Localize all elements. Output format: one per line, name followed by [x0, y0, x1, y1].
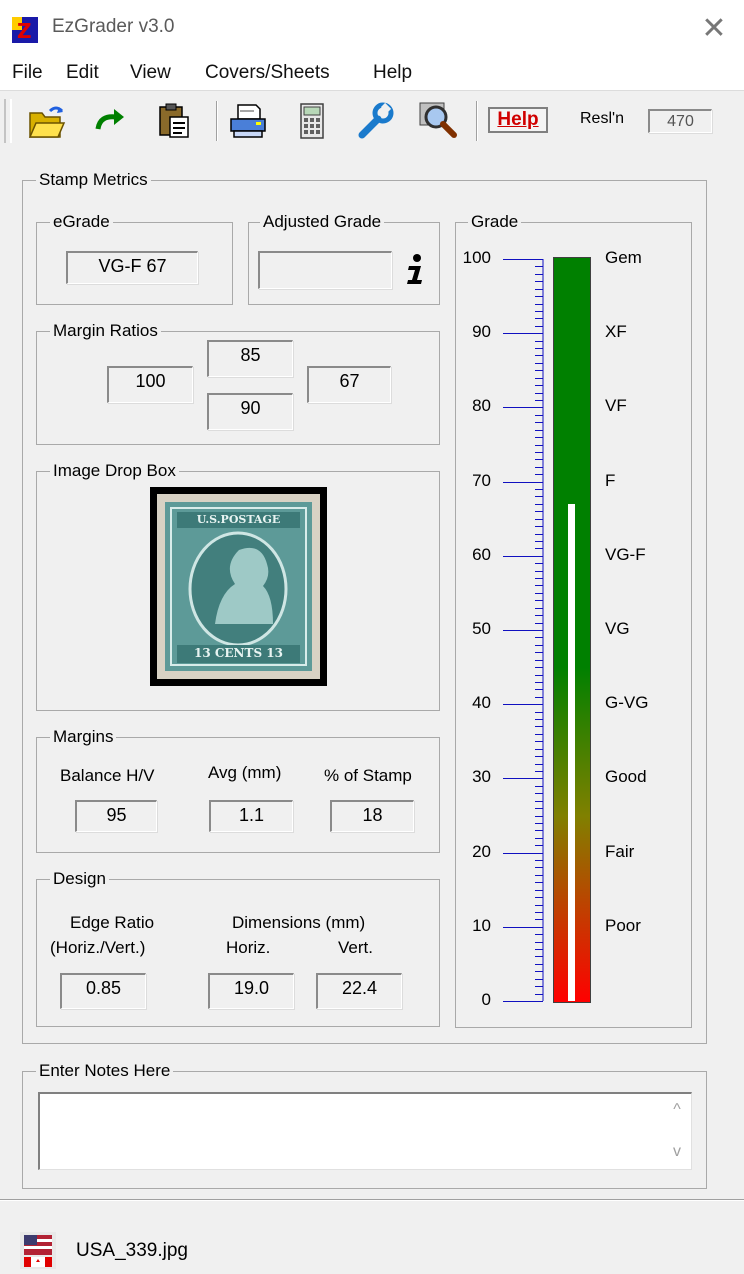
edge-ratio-label: Edge Ratio	[70, 913, 155, 932]
avg-mm-value: 1.1	[209, 800, 293, 832]
horiz-value: 19.0	[208, 973, 294, 1009]
edge-ratio-sublabel: (Horiz./Vert.)	[50, 938, 146, 957]
grade-indicator	[568, 503, 575, 1001]
horiz-label: Horiz.	[226, 938, 271, 957]
menu-view[interactable]: View	[130, 62, 171, 84]
dimensions-label: Dimensions (mm)	[232, 913, 366, 932]
scroll-up-arrow[interactable]: ^	[663, 1100, 691, 1120]
grade-level-label: Gem	[605, 248, 642, 267]
svg-text:Z: Z	[17, 19, 32, 43]
help-button[interactable]: Help	[488, 107, 548, 133]
stamp-metrics-title: Stamp Metrics	[36, 170, 151, 190]
toolbar-gripper[interactable]	[4, 99, 12, 143]
margin-ratios-title: Margin Ratios	[50, 321, 161, 341]
image-drop-box[interactable]: U.S.POSTAGE 13 CENTS 13	[150, 487, 327, 686]
status-file-name: USA_339.jpg	[76, 1240, 188, 1261]
stamp-top-text: U.S.POSTAGE	[196, 513, 281, 526]
info-icon[interactable]	[400, 252, 428, 286]
open-folder-icon[interactable]	[26, 101, 66, 141]
grade-level-label: Poor	[605, 915, 641, 935]
margin-ratio-right: 67	[307, 366, 391, 403]
margins-title: Margins	[50, 727, 117, 747]
notes-textarea[interactable]	[40, 1094, 664, 1169]
grade-level-label: XF	[605, 322, 627, 342]
grade-tick-label: 80	[472, 396, 491, 416]
grade-tick-label: 90	[472, 322, 491, 342]
grade-level-label: VF	[605, 396, 627, 416]
title-bar: Z EzGrader v3.0 ✕	[0, 0, 744, 58]
resolution-label: Resl'n	[580, 110, 624, 127]
grade-tick-label: 70	[472, 470, 491, 490]
grade-ruler	[503, 259, 544, 1002]
grade-tick-label: 10	[472, 915, 491, 935]
margin-ratio-left: 100	[107, 366, 193, 403]
calculator-icon[interactable]	[292, 101, 332, 141]
menu-bar: File Edit View Covers/Sheets Help	[0, 58, 744, 90]
notes-title: Enter Notes Here	[36, 1061, 174, 1081]
wrench-icon[interactable]	[356, 101, 396, 141]
close-button[interactable]: ✕	[694, 10, 734, 48]
grade-level-label: Fair	[605, 841, 635, 861]
vert-value: 22.4	[316, 973, 402, 1009]
toolbar	[0, 90, 744, 152]
adjusted-grade-value	[258, 251, 392, 289]
resolution-input[interactable]: 470	[648, 109, 712, 133]
grade-tick-label: 20	[472, 841, 491, 861]
grade-level-label: VG	[605, 619, 630, 638]
grade-tick-label: 40	[472, 693, 491, 713]
toolbar-separator	[476, 101, 478, 141]
grade-tick-label: 50	[472, 619, 491, 638]
stamp-image: U.S.POSTAGE 13 CENTS 13	[157, 494, 320, 679]
stamp-file-icon	[20, 1232, 56, 1269]
image-drop-box-title: Image Drop Box	[50, 461, 179, 481]
grade-tick-label: 60	[472, 544, 491, 564]
grade-tick-label: 0	[481, 990, 491, 1009]
grade-level-label: Good	[605, 767, 647, 787]
grade-scale: 100 90 80 70 60 50 40 30 20 10 0 Gem XF VF F VG-F VG G-V…	[455, 222, 692, 1028]
notes-scrollbar[interactable]: ^ v	[663, 1094, 691, 1169]
notes-box: ^ v	[38, 1092, 692, 1170]
clipboard-paste-icon[interactable]	[154, 101, 194, 141]
magnifier-icon[interactable]	[418, 101, 458, 141]
window-title: EzGrader v3.0	[52, 16, 175, 37]
margins-group	[36, 737, 440, 853]
balance-value: 95	[75, 800, 157, 832]
toolbar-separator	[216, 101, 218, 141]
design-title: Design	[50, 869, 109, 889]
menu-edit[interactable]: Edit	[66, 62, 99, 84]
margin-ratio-top: 85	[207, 340, 293, 377]
egrade-title: eGrade	[50, 212, 113, 232]
printer-icon[interactable]	[228, 101, 268, 141]
stamp-bottom-text: 13 CENTS 13	[193, 646, 283, 660]
redo-arrow-icon[interactable]	[90, 101, 130, 141]
grade-level-label: F	[605, 470, 616, 490]
menu-covers-sheets[interactable]: Covers/Sheets	[205, 62, 330, 84]
balance-label: Balance H/V	[60, 766, 155, 785]
grade-tick-label: 100	[462, 248, 491, 267]
adjusted-grade-title: Adjusted Grade	[260, 212, 385, 232]
edge-ratio-value: 0.85	[60, 973, 146, 1009]
scroll-down-arrow[interactable]: v	[663, 1142, 691, 1162]
grade-level-label: G-VG	[605, 693, 649, 713]
grade-level-label: VG-F	[605, 544, 646, 564]
grade-tick-label: 30	[472, 767, 491, 787]
vert-label: Vert.	[338, 938, 373, 957]
menu-file[interactable]: File	[12, 62, 43, 84]
pct-of-stamp-label: % of Stamp	[324, 766, 412, 785]
pct-of-stamp-value: 18	[330, 800, 414, 832]
menu-help[interactable]: Help	[373, 62, 412, 84]
ez-logo-icon: Z	[12, 17, 38, 43]
status-divider	[0, 1199, 744, 1201]
margin-ratio-bottom: 90	[207, 393, 293, 430]
avg-mm-label: Avg (mm)	[208, 763, 282, 782]
egrade-value: VG-F 67	[66, 251, 198, 284]
